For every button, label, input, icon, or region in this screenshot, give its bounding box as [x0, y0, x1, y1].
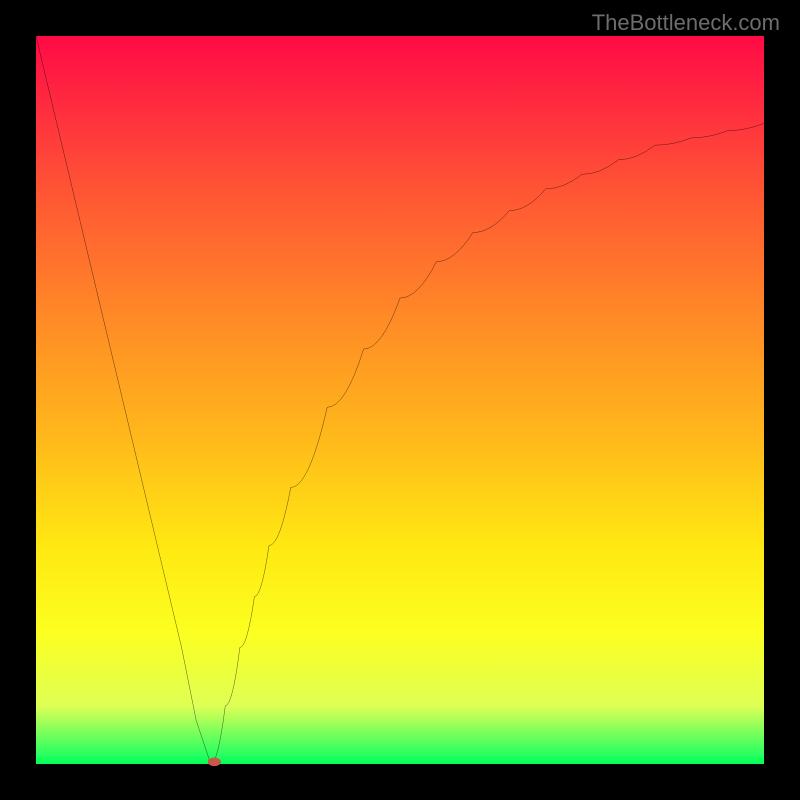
watermark-text: TheBottleneck.com	[592, 10, 780, 36]
chart-frame: TheBottleneck.com	[0, 0, 800, 800]
curve-left-segment	[36, 36, 211, 764]
curve-right-segment	[211, 123, 764, 764]
minimum-marker-dot	[208, 757, 221, 766]
data-curve	[36, 36, 764, 764]
plot-area	[36, 36, 764, 764]
